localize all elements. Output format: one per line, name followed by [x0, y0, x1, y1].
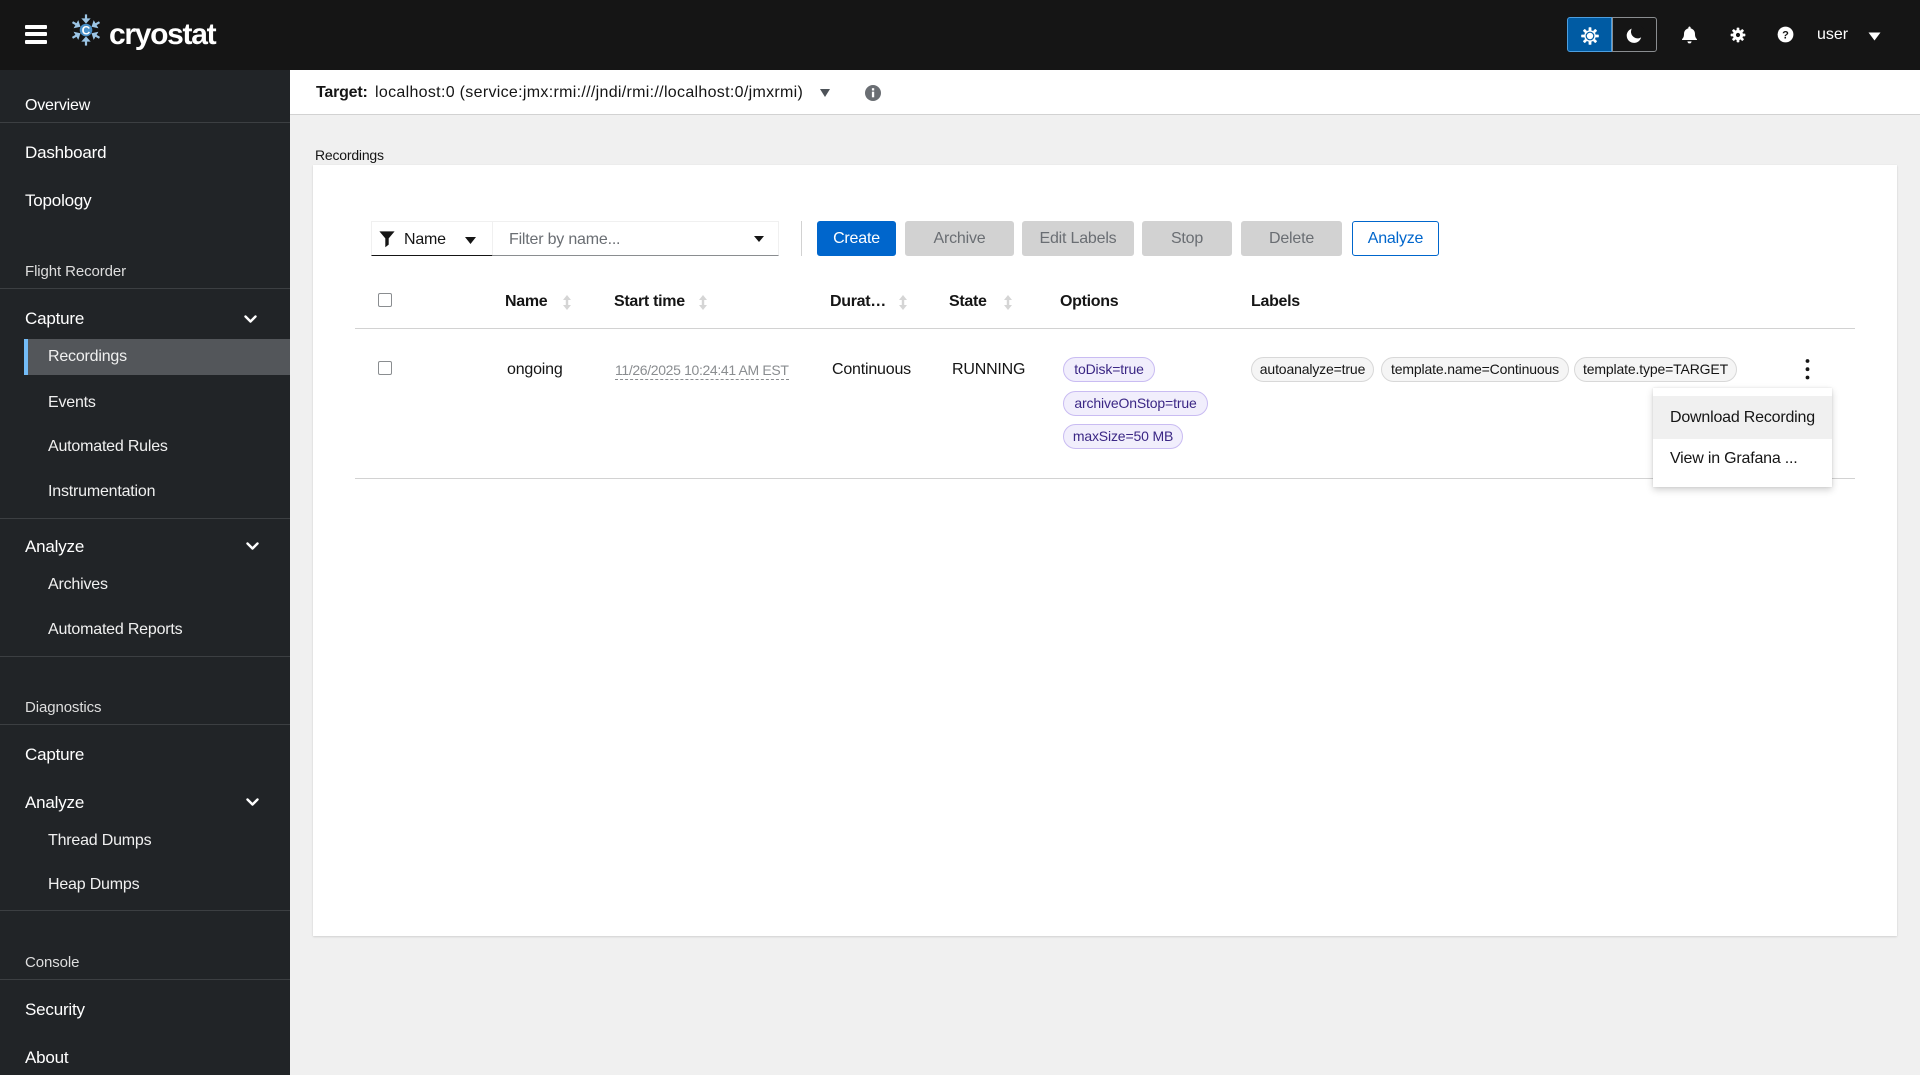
- svg-text:C: C: [82, 23, 91, 37]
- svg-text:?: ?: [1782, 29, 1789, 41]
